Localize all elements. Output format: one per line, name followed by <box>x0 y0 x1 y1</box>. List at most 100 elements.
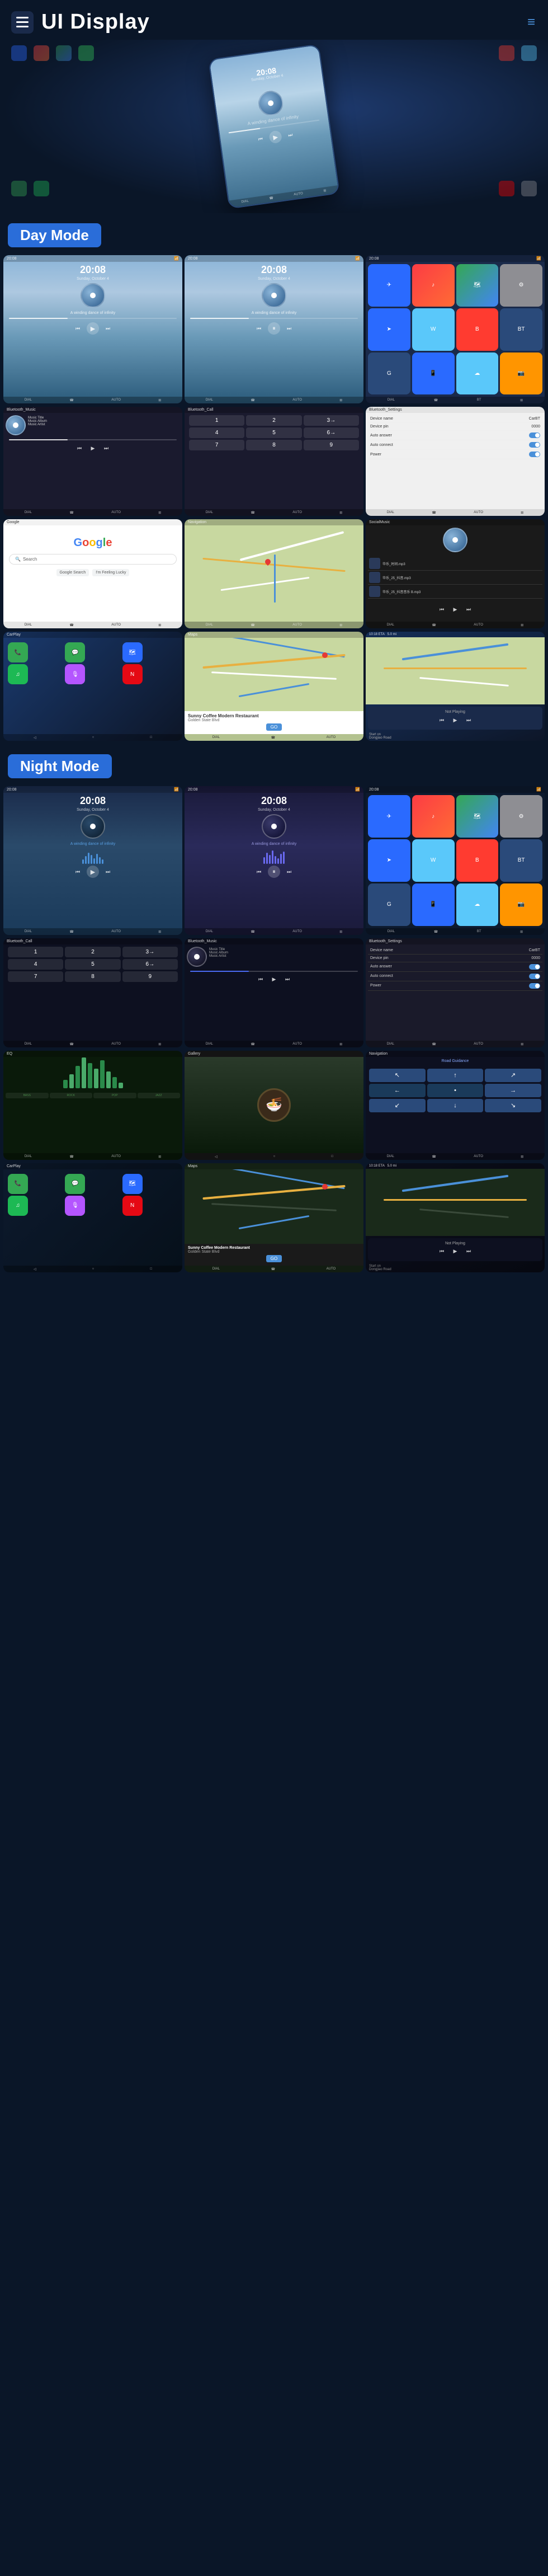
n-key-5[interactable]: 5 <box>65 959 120 970</box>
n-app-waze[interactable]: W <box>412 839 455 882</box>
n-app-telegram[interactable]: ✈ <box>368 795 410 838</box>
key-9[interactable]: 9 <box>304 440 359 450</box>
n-np-play[interactable]: ▶ <box>451 1247 460 1256</box>
pc-prev-2[interactable]: ⏮ <box>254 324 263 333</box>
n-next-1[interactable]: ⏭ <box>103 867 112 876</box>
nav-up-left[interactable]: ↖ <box>369 1069 426 1082</box>
n-app-bt[interactable]: B <box>456 839 499 882</box>
n-app-settings[interactable]: ⚙ <box>500 795 542 838</box>
n-auto-connect-toggle[interactable] <box>529 974 540 979</box>
pc-prev-1[interactable]: ⏮ <box>73 324 82 333</box>
n-go-button[interactable]: GO <box>266 1255 282 1262</box>
eq-preset-3[interactable]: POP <box>93 1093 136 1098</box>
nav-down-right[interactable]: ↘ <box>485 1099 541 1112</box>
n-app-maps[interactable]: 🗺 <box>456 795 499 838</box>
np-next[interactable]: ⏭ <box>464 716 473 725</box>
bt-next[interactable]: ⏭ <box>102 444 111 453</box>
nav-left[interactable]: ← <box>369 1084 426 1097</box>
app-bt2[interactable]: BT <box>500 308 542 351</box>
app-music[interactable]: ♪ <box>412 264 455 307</box>
auto-answer-toggle[interactable] <box>529 433 540 438</box>
menu-icon[interactable] <box>11 11 34 34</box>
app-nav[interactable]: ➤ <box>368 308 410 351</box>
eq-preset-2[interactable]: ROCK <box>50 1093 93 1098</box>
n-np-next[interactable]: ⏭ <box>464 1247 473 1256</box>
play-btn[interactable]: ▶ <box>268 130 282 144</box>
app-g2[interactable]: 📱 <box>412 352 455 395</box>
key-5[interactable]: 5 <box>246 427 301 438</box>
key-2[interactable]: 2 <box>246 415 301 426</box>
go-button[interactable]: GO <box>266 723 282 731</box>
pc-play-2[interactable]: ⏸ <box>268 322 280 335</box>
google-search-btn[interactable]: Google Search <box>56 569 89 576</box>
cp-messages[interactable]: 💬 <box>65 642 85 662</box>
n-key-4[interactable]: 4 <box>8 959 63 970</box>
n-cp-spotify[interactable]: ♫ <box>8 1196 28 1216</box>
pc-play-1[interactable]: ▶ <box>87 322 99 335</box>
n-key-1[interactable]: 1 <box>8 947 63 957</box>
app-maps[interactable]: 🗺 <box>456 264 499 307</box>
n-key-9[interactable]: 9 <box>122 971 178 982</box>
auto-connect-toggle[interactable] <box>529 442 540 448</box>
app-waze[interactable]: W <box>412 308 455 351</box>
bt-prev[interactable]: ⏮ <box>75 444 84 453</box>
social-prev[interactable]: ⏮ <box>437 605 446 614</box>
n-prev-2[interactable]: ⏮ <box>254 867 263 876</box>
cp-maps[interactable]: 🗺 <box>122 642 143 662</box>
n-cp-messages[interactable]: 💬 <box>65 1174 85 1194</box>
key-7[interactable]: 7 <box>189 440 244 450</box>
n-auto-answer-toggle[interactable] <box>529 964 540 970</box>
np-play[interactable]: ▶ <box>451 716 460 725</box>
app-settings[interactable]: ⚙ <box>500 264 542 307</box>
app-bt[interactable]: B <box>456 308 499 351</box>
nav-right[interactable]: → <box>485 1084 541 1097</box>
n-key-8[interactable]: 8 <box>65 971 120 982</box>
pc-next-2[interactable]: ⏭ <box>285 324 294 333</box>
key-1[interactable]: 1 <box>189 415 244 426</box>
key-6[interactable]: 6→ <box>304 427 359 438</box>
nav-up-right[interactable]: ↗ <box>485 1069 541 1082</box>
social-item-1[interactable]: 华乐_时间.mp3 <box>368 557 542 571</box>
n-app-g2[interactable]: 📱 <box>412 883 455 926</box>
social-next[interactable]: ⏭ <box>464 605 473 614</box>
key-4[interactable]: 4 <box>189 427 244 438</box>
n-cp-phone[interactable]: 📞 <box>8 1174 28 1194</box>
n-cp-maps[interactable]: 🗺 <box>122 1174 143 1194</box>
google-lucky-btn[interactable]: I'm Feeling Lucky <box>92 569 129 576</box>
n-bt-prev[interactable]: ⏮ <box>256 975 265 984</box>
n-power-toggle[interactable] <box>529 983 540 989</box>
eq-preset-1[interactable]: BASS <box>6 1093 49 1098</box>
n-np-prev[interactable]: ⏮ <box>437 1247 446 1256</box>
bt-play[interactable]: ▶ <box>88 444 97 453</box>
nav-down[interactable]: ↓ <box>427 1099 484 1112</box>
next-btn[interactable]: ⏭ <box>285 130 295 140</box>
np-prev[interactable]: ⏮ <box>437 716 446 725</box>
n-prev-1[interactable]: ⏮ <box>73 867 82 876</box>
social-item-3[interactable]: 华乐_25_抖音音乐 B.mp3 <box>368 585 542 599</box>
power-toggle[interactable] <box>529 452 540 457</box>
n-app-nav[interactable]: ➤ <box>368 839 410 882</box>
cp-podcast[interactable]: 🎙 <box>65 664 85 684</box>
prev-btn[interactable]: ⏮ <box>256 134 266 144</box>
n-key-2[interactable]: 2 <box>65 947 120 957</box>
n-app-bt2[interactable]: BT <box>500 839 542 882</box>
app-g3[interactable]: ☁ <box>456 352 499 395</box>
social-item-2[interactable]: 华乐_25_抖音.mp3 <box>368 571 542 585</box>
n-cp-podcast[interactable]: 🎙 <box>65 1196 85 1216</box>
n-key-6[interactable]: 6→ <box>122 959 178 970</box>
pc-next-1[interactable]: ⏭ <box>103 324 112 333</box>
n-app-music[interactable]: ♪ <box>412 795 455 838</box>
n-cp-netflix[interactable]: N <box>122 1196 143 1216</box>
social-play[interactable]: ▶ <box>451 605 460 614</box>
eq-preset-4[interactable]: JAZZ <box>138 1093 181 1098</box>
google-search[interactable]: 🔍Search <box>9 554 177 565</box>
key-8[interactable]: 8 <box>246 440 301 450</box>
n-next-2[interactable]: ⏭ <box>285 867 294 876</box>
n-bt-play[interactable]: ▶ <box>270 975 278 984</box>
n-key-3[interactable]: 3→ <box>122 947 178 957</box>
cp-spotify[interactable]: ♫ <box>8 664 28 684</box>
nav-center[interactable]: • <box>427 1084 484 1097</box>
cp-phone[interactable]: 📞 <box>8 642 28 662</box>
n-app-g1[interactable]: G <box>368 883 410 926</box>
n-play-2[interactable]: ⏸ <box>268 866 280 878</box>
